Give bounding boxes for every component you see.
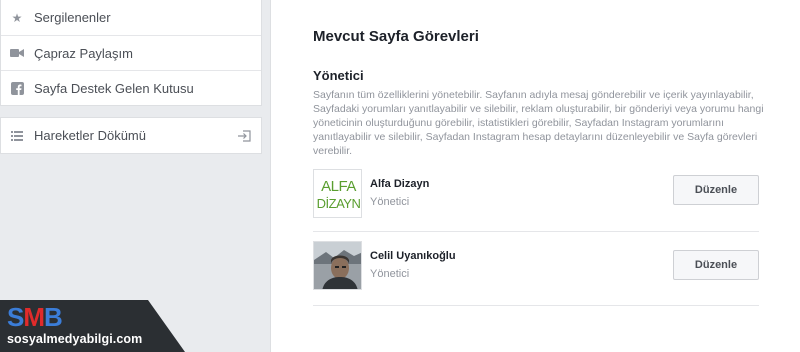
divider [313, 305, 759, 306]
role-description: Sayfanın tüm özelliklerini yönetebilir. … [313, 89, 764, 157]
person-name[interactable]: Celil Uyanıkoğlu [370, 250, 456, 262]
list-icon [10, 129, 24, 143]
smb-logo: SMB [7, 302, 63, 332]
person-name[interactable]: Alfa Dizayn [370, 178, 429, 190]
avatar [313, 240, 362, 290]
person-row: ALFA DİZAYN Alfa Dizayn Yönetici Düzenle [313, 162, 759, 224]
person-role: Yönetici [370, 196, 410, 208]
edit-button[interactable]: Düzenle [673, 175, 759, 205]
star-icon: ★ [11, 10, 23, 25]
facebook-icon [10, 81, 24, 95]
role-heading: Yönetici [313, 68, 364, 83]
sidebar-item-label: Çapraz Paylaşım [34, 45, 133, 61]
page-roles-panel: Mevcut Sayfa Görevleri Yönetici Sayfanın… [270, 0, 800, 352]
profile-photo [314, 241, 361, 289]
sidebar-group-activity: Hareketler Dökümü [0, 117, 262, 154]
sidebar-item-featured[interactable]: ★ Sergilenenler [1, 0, 261, 35]
edit-button[interactable]: Düzenle [673, 250, 759, 280]
divider [313, 231, 759, 232]
sidebar-group-main: ★ Sergilenenler Çapraz Paylaşım Sayfa De… [0, 0, 262, 106]
sidebar-item-label: Hareketler Dökümü [34, 128, 146, 143]
sidebar-item-crossposting[interactable]: Çapraz Paylaşım [1, 35, 261, 70]
watermark: SMB sosyalmedyabilgi.com [0, 300, 185, 352]
person-row: Celil Uyanıkoğlu Yönetici Düzenle [313, 234, 759, 296]
video-camera-icon [10, 46, 24, 60]
sidebar-item-activity-log[interactable]: Hareketler Dökümü [1, 118, 261, 153]
page-title: Mevcut Sayfa Görevleri [313, 28, 479, 45]
export-icon[interactable] [237, 129, 251, 143]
sidebar-item-label: Sergilenenler [34, 10, 111, 25]
svg-text:DİZAYN: DİZAYN [317, 196, 361, 211]
sidebar-item-support-inbox[interactable]: Sayfa Destek Gelen Kutusu [1, 70, 261, 105]
watermark-url: sosyalmedyabilgi.com [7, 332, 143, 346]
person-role: Yönetici [370, 268, 410, 280]
svg-text:ALFA: ALFA [321, 178, 356, 195]
sidebar-item-label: Sayfa Destek Gelen Kutusu [34, 80, 194, 96]
alfa-dizayn-logo: ALFA DİZAYN [317, 178, 361, 211]
avatar: ALFA DİZAYN [313, 168, 362, 218]
